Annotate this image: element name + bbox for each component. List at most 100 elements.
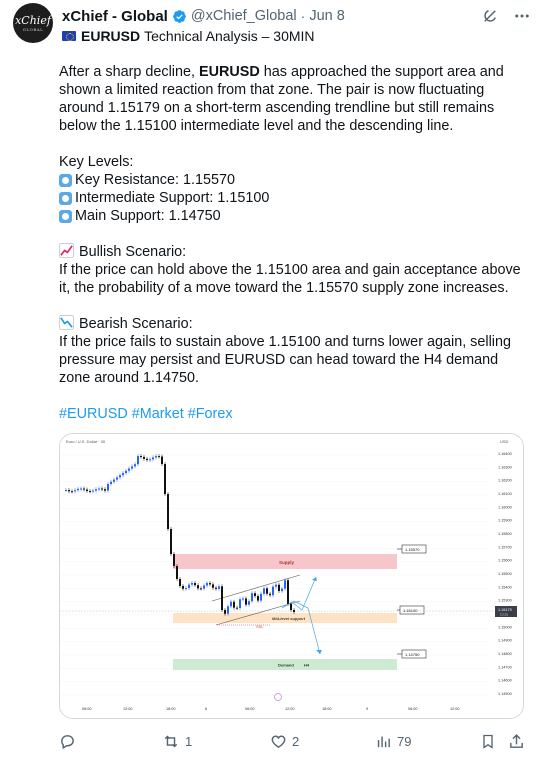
candle-body: [221, 586, 223, 610]
candle-body: [113, 479, 115, 482]
candle-body: [158, 456, 160, 458]
views-count: 79: [397, 733, 412, 749]
button-icon: [59, 173, 72, 187]
candle-body: [68, 490, 70, 492]
candle-body: [233, 601, 235, 608]
price-axis-label: 1.15200: [498, 612, 512, 616]
candle-body: [206, 583, 208, 586]
candle-body: [185, 588, 187, 590]
candle-body: [278, 584, 280, 592]
price-axis-label: 1.14500: [498, 692, 512, 696]
share-icon: [510, 733, 523, 748]
tweet-header: xChief - Global @xChief_Global · Jun 8: [62, 5, 531, 27]
candle-body: [119, 475, 121, 478]
views-button[interactable]: 79: [375, 733, 411, 750]
key-level-text: Key Resistance: 1.15570: [75, 172, 235, 188]
price-axis-label: 1.15800: [498, 532, 512, 536]
candle-body: [74, 490, 76, 492]
candle-body: [167, 494, 169, 529]
candle-body: [116, 477, 118, 480]
grok-icon[interactable]: [481, 7, 499, 25]
post-subtitle: EURUSD Technical Analysis – 30MIN: [62, 28, 315, 44]
candle-body: [131, 466, 133, 469]
post-date[interactable]: Jun 8: [309, 8, 344, 24]
candle-body: [173, 554, 175, 566]
like-button[interactable]: 2: [270, 733, 299, 750]
candle-body: [194, 583, 196, 586]
candle-body: [101, 488, 103, 490]
candle-body: [188, 584, 190, 589]
chart-decreasing-icon: [59, 315, 74, 330]
supply-value: 1.15570: [405, 547, 420, 552]
candle-body: [143, 456, 145, 459]
candle-body: [122, 473, 124, 476]
candle-body: [86, 489, 88, 491]
candle-body: [152, 457, 154, 460]
verified-badge-icon: [172, 9, 186, 23]
candle-body: [128, 468, 130, 471]
avatar[interactable]: xChief GLOBAL: [13, 3, 53, 43]
share-button[interactable]: [508, 733, 525, 750]
hashtags[interactable]: #EURUSD #Market #Forex: [59, 405, 529, 423]
candle-body: [209, 583, 211, 585]
price-axis-label: 1.15600: [498, 559, 512, 563]
candle-body: [71, 491, 73, 493]
bearish-title-line: Bearish Scenario:: [59, 315, 529, 333]
views-icon: [377, 736, 390, 747]
candle-body: [275, 584, 277, 587]
button-icon: [59, 191, 72, 205]
bookmark-button[interactable]: [480, 733, 496, 750]
price-axis-label: 1.15700: [498, 545, 512, 549]
candle-body: [239, 599, 241, 608]
candle-body: [266, 588, 268, 594]
candle-body: [242, 598, 244, 600]
like-count: 2: [292, 733, 300, 749]
bullish-title: Bullish Scenario:: [79, 244, 187, 260]
candle-body: [161, 456, 163, 464]
candle-body: [98, 488, 100, 490]
candle-body: [224, 610, 226, 614]
bullish-text: If the price can hold above the 1.15100 …: [59, 262, 521, 296]
intro-prefix: After a sharp decline,: [59, 64, 199, 80]
candle-body: [230, 601, 232, 607]
candle-body: [218, 586, 220, 589]
candle-body: [263, 588, 265, 594]
time-axis-label: 06:00: [408, 707, 418, 711]
candle-body: [170, 529, 172, 554]
more-options-icon[interactable]: [513, 7, 531, 25]
chart-image-card[interactable]: Euro / U.S. Dollar · 30 USD Supply Mid-l…: [59, 433, 524, 719]
candle-body: [260, 593, 262, 601]
candle-body: [200, 588, 202, 590]
candle-body: [92, 490, 94, 492]
key-level-text: Main Support: 1.14750: [75, 208, 221, 224]
price-axis-label: 1.15400: [498, 585, 512, 589]
candle-body: [137, 456, 139, 465]
ssl-label: SSL: [256, 624, 264, 629]
author-name[interactable]: xChief - Global: [62, 8, 168, 25]
candle-body: [284, 580, 286, 589]
candle-body: [110, 481, 112, 484]
retweet-icon: [164, 735, 178, 747]
bearish-title: Bearish Scenario:: [79, 316, 193, 332]
price-axis-label: 1.15500: [498, 572, 512, 576]
price-axis-label: 1.16200: [498, 479, 512, 483]
mid-support-label: Mid-level support: [272, 616, 306, 621]
price-axis-label: 1.14700: [498, 665, 512, 669]
author-handle[interactable]: @xChief_Global: [191, 8, 297, 24]
bullish-title-line: Bullish Scenario:: [59, 243, 529, 261]
retweet-button[interactable]: 1: [162, 733, 192, 750]
candle-body: [287, 580, 289, 604]
heart-icon: [271, 734, 286, 748]
price-axis-label: 1.14900: [498, 639, 512, 643]
candle-body: [140, 456, 142, 457]
key-levels-title: Key Levels:: [59, 154, 134, 170]
candle-body: [293, 610, 295, 612]
bearish-text: If the price fails to sustain above 1.15…: [59, 334, 511, 386]
candle-body: [107, 484, 109, 491]
separator-dot: ·: [300, 8, 306, 24]
price-axis-label: 1.16400: [498, 452, 512, 456]
reply-button[interactable]: [59, 733, 81, 750]
price-axis-label: 1.15000: [498, 625, 512, 629]
candle-body: [257, 596, 259, 601]
candle-body: [197, 585, 199, 589]
